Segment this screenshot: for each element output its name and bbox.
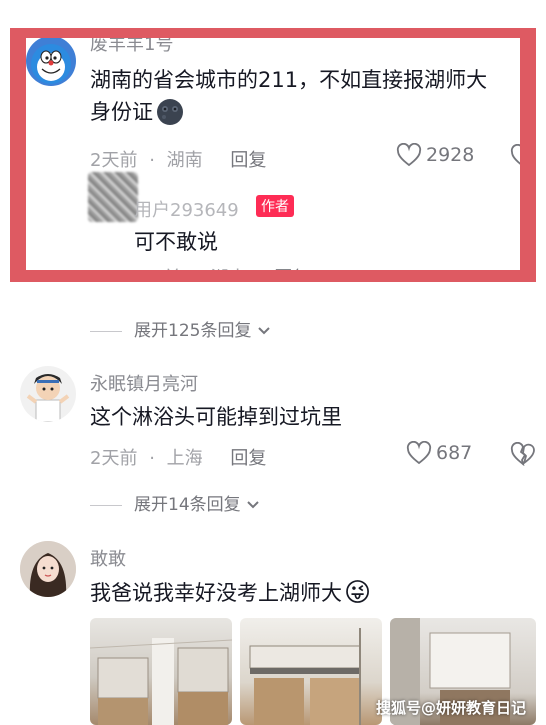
comment-text: 这个淋浴头可能掉到过坑里 [90,405,342,429]
photo-thumbnail-2[interactable] [240,618,382,725]
comment-text-line-2: 身份证 [90,100,153,124]
comment-location: 湖南 [166,150,203,171]
expand-replies-label: 展开125条回复 [134,321,252,341]
like-count: 2928 [426,144,475,166]
doraemon-avatar-icon [31,44,71,84]
avatar[interactable] [20,366,76,422]
like-button[interactable]: 687 [406,441,472,465]
reply-meta: 2天前 · 湖南 回复 [134,264,310,276]
expand-replies-label: 展开14条回复 [134,495,241,515]
reply-button[interactable]: 回复 [230,150,266,171]
reply-button[interactable]: 回复 [230,448,266,469]
comment-text-line: 身份证 [90,96,530,128]
meta-separator: · [149,150,155,171]
comment-meta: 2天前 · 湖南 回复 [90,146,266,172]
meta-separator: · [149,448,155,469]
expand-divider [90,504,122,506]
chevron-down-icon [247,501,259,509]
anime-character-avatar-icon [26,374,70,422]
winking-tongue-emoji-icon: 😜 [344,578,372,608]
meta-separator: · [193,268,199,276]
avatar[interactable] [20,541,76,597]
like-count: 687 [436,442,473,464]
girl-portrait-avatar-icon [20,541,76,597]
comment-username[interactable]: 废羊羊1号 [90,30,173,56]
comment-text-line: 湖南的省会城市的211，不如直接报湖师大 [90,68,488,92]
dislike-broken-heart-icon[interactable] [510,442,536,466]
expand-replies-button[interactable]: 展开14条回复 [90,490,260,515]
heart-icon [396,143,422,167]
comment-text: 我爸说我幸好没考上湖师大 😜 [90,577,371,609]
reply-button[interactable]: 回复 [274,268,310,276]
reply-time: 2天前 [134,268,181,276]
comment-meta: 2天前 · 上海 回复 [90,444,266,470]
comment-username[interactable]: 敢敢 [90,545,126,571]
watermark: 搜狐号@妍妍教育日记 [376,699,527,717]
reply-text: 可不敢说 [134,230,218,254]
comment-username[interactable]: 永眠镇月亮河 [90,370,198,396]
dark-moon-emoji-icon [157,99,183,125]
comment-location: 上海 [166,448,203,469]
dislike-broken-heart-icon[interactable] [510,144,536,168]
dorm-photo-icon [249,628,361,725]
comment-text-content: 我爸说我幸好没考上湖师大 [90,581,342,605]
reply-location: 湖南 [211,268,247,276]
reply-username[interactable]: 用户293649 [134,196,239,222]
expand-divider [90,330,122,332]
reply-avatar-blurred[interactable] [88,172,138,222]
like-button[interactable]: 2928 [396,143,474,167]
expand-replies-button[interactable]: 展开125条回复 [90,316,271,341]
comment-time: 2天前 [90,150,138,171]
chevron-down-icon [258,327,270,335]
photo-thumbnail-1[interactable] [90,618,232,725]
avatar[interactable] [26,36,76,86]
dorm-photo-icon [90,638,232,725]
author-badge: 作者 [256,195,294,217]
comment-time: 2天前 [90,448,138,469]
heart-icon [406,441,432,465]
comment-text: 湖南的省会城市的211，不如直接报湖师大 身份证 [90,64,530,128]
